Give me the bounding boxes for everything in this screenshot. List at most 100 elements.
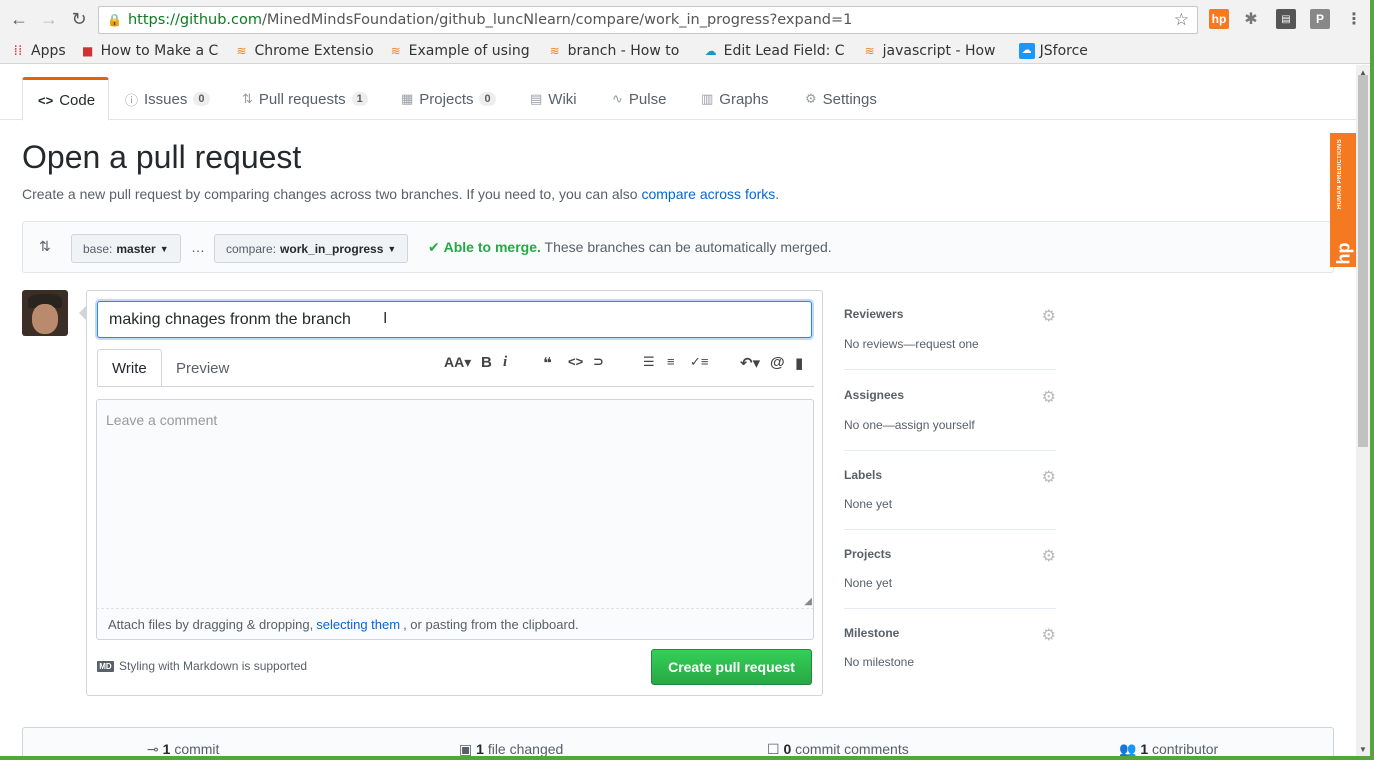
commits-stat[interactable]: ⊸ 1 commit [147, 741, 219, 756]
tab-graphs[interactable]: ▥ Graphs [686, 77, 784, 121]
pr-title-input[interactable]: making chnages fronm the branch I [97, 301, 812, 338]
browser-window: ← → ↻ 🔒 https://github.com/MinedMindsFou… [0, 0, 1374, 760]
scrollbar-thumb[interactable] [1358, 75, 1368, 447]
reply-icon[interactable]: ↶▾ [740, 354, 760, 372]
task-list-icon[interactable]: ✓≡ [690, 354, 708, 370]
hp-extension-icon[interactable]: hp [1209, 9, 1229, 29]
bookmark-icon[interactable]: ▮ [795, 354, 803, 372]
gear-icon[interactable]: ⚙ [1042, 467, 1056, 487]
gear-icon[interactable]: ⚙ [1042, 625, 1056, 645]
markdown-note-text: Styling with Markdown is supported [119, 659, 308, 673]
pull-request-icon: ⇅ [242, 91, 253, 106]
compare-branch-select[interactable]: compare: work_in_progress ▼ [214, 234, 409, 263]
sidebar-value: No milestone [844, 655, 915, 669]
code-icon[interactable]: <> [568, 354, 583, 369]
page-scrollbar[interactable]: ▲ ▼ [1356, 65, 1370, 756]
files-changed-stat[interactable]: ▣ 1 file changed [459, 741, 563, 756]
commits-count: 1 [162, 741, 171, 756]
tab-settings[interactable]: ⚙ Settings [790, 77, 892, 121]
code-icon: <> [38, 92, 54, 108]
bookmark-jsforce[interactable]: ☁ JSforce [1018, 42, 1088, 59]
attach-text-end: , or pasting from the clipboard. [403, 616, 579, 632]
forward-arrow-icon[interactable]: → [36, 6, 62, 32]
tab-wiki[interactable]: ▤ Wiki [515, 77, 592, 121]
markdown-note[interactable]: MD Styling with Markdown is supported [97, 659, 307, 673]
resize-grip-icon[interactable]: ◢ [804, 596, 812, 607]
tab-preview[interactable]: Preview [162, 349, 243, 387]
bookmark-branch-how-to[interactable]: ≋ branch - How to [547, 43, 689, 59]
create-pull-request-button[interactable]: Create pull request [651, 649, 812, 685]
url-path: /MinedMindsFoundation/github_luncNlearn/… [262, 12, 853, 28]
issue-icon: ⓘ [125, 92, 139, 108]
bookmark-label: branch - How to [567, 42, 680, 59]
menu-kebab-icon[interactable]: ⋮ [1344, 9, 1364, 29]
bullet-list-icon[interactable]: ☰ [643, 354, 655, 370]
tab-issues[interactable]: ⓘ Issues 0 [110, 77, 225, 121]
salesforce-cloud-icon: ☁ [704, 43, 717, 58]
files-label: file changed [487, 741, 564, 756]
tab-write[interactable]: Write [97, 349, 162, 387]
text-size-icon[interactable]: AA▾ [444, 354, 471, 371]
page-subtitle: Create a new pull request by comparing c… [22, 186, 779, 202]
sidebar-assignees: Assignees ⚙ No one—assign yourself [844, 371, 1056, 451]
merge-status-text: These branches can be automatically merg… [544, 239, 832, 255]
apps-grid-icon: ⁞⁞ [13, 42, 23, 59]
tab-pulse[interactable]: ∿ Pulse [597, 77, 681, 121]
bookmark-chrome-extension[interactable]: ≋ Chrome Extensio [234, 43, 374, 59]
bookmark-star-icon[interactable]: ☆ [1174, 10, 1189, 30]
quote-icon[interactable]: ❝ [543, 354, 552, 372]
book-icon: ▤ [530, 91, 543, 106]
gear-icon: ⚙ [805, 91, 817, 106]
compare-across-forks-link[interactable]: compare across forks [641, 186, 775, 202]
tab-label: Settings [822, 90, 877, 108]
base-branch-select[interactable]: base: master ▼ [71, 234, 181, 263]
file-attach-bar[interactable]: Attach files by dragging & dropping, sel… [96, 609, 814, 640]
comments-label: commit comments [795, 741, 909, 756]
p-extension-icon[interactable]: P [1310, 9, 1330, 29]
back-arrow-icon[interactable]: ← [6, 6, 32, 32]
bold-icon[interactable]: B [481, 354, 492, 371]
human-predictions-widget[interactable]: HUMAN PREDICTIONS hp [1330, 133, 1356, 267]
tab-code[interactable]: <> Code [22, 77, 109, 121]
gear-icon[interactable]: ⚙ [1042, 306, 1056, 326]
hp-logo: hp [1333, 242, 1354, 265]
sidebar-reviewers: Reviewers ⚙ No reviews—request one [844, 290, 1056, 370]
commits-label: commit [174, 741, 220, 756]
scroll-down-icon[interactable]: ▼ [1359, 745, 1367, 754]
bookmark-label: Example of using [408, 42, 530, 59]
base-branch-value: master [116, 241, 156, 256]
avatar[interactable] [22, 290, 68, 336]
gear-icon[interactable]: ⚙ [1042, 546, 1056, 566]
reload-icon[interactable]: ↻ [66, 6, 92, 32]
people-icon: 👥 [1119, 741, 1141, 756]
comment-textarea[interactable]: Leave a comment ◢ [96, 399, 814, 609]
sidebar-title: Assignees [844, 388, 905, 402]
bookmark-example-of-using[interactable]: ≋ Example of using [388, 43, 533, 59]
tab-pull-requests[interactable]: ⇅ Pull requests 1 [227, 77, 383, 121]
bookmark-javascript-how[interactable]: ≋ javascript - How [862, 43, 1005, 59]
bookmark-edit-lead-field[interactable]: ☁ Edit Lead Field: C [703, 43, 848, 59]
sidebar-title: Labels [844, 468, 883, 482]
subtitle-text: Create a new pull request by comparing c… [22, 186, 638, 202]
sidebar-value: No one—assign yourself [844, 418, 975, 432]
stackoverflow-icon: ≋ [864, 43, 875, 58]
bookmark-how-to-make[interactable]: ■ How to Make a C [80, 43, 220, 59]
commit-comments-stat[interactable]: ☐ 0 commit comments [767, 741, 909, 756]
hp-widget-text: HUMAN PREDICTIONS [1337, 139, 1343, 210]
selecting-them-link[interactable]: selecting them [316, 617, 400, 632]
link-icon[interactable]: ⊃ [593, 354, 604, 370]
sidebar-title: Projects [844, 547, 892, 561]
contributors-stat[interactable]: 👥 1 contributor [1119, 741, 1218, 756]
tab-projects[interactable]: ▦ Projects 0 [386, 77, 511, 121]
puzzle-extension-icon[interactable]: ✱ [1241, 9, 1261, 29]
tab-label: Projects [419, 90, 474, 108]
jsforce-icon: ☁ [1018, 42, 1035, 59]
address-bar[interactable]: 🔒 https://github.com/MinedMindsFoundatio… [98, 6, 1198, 34]
italic-icon[interactable]: i [503, 354, 507, 371]
calendar-extension-icon[interactable]: ▤ [1276, 9, 1296, 29]
bookmark-apps[interactable]: ⁞⁞ Apps [10, 43, 66, 59]
gear-icon[interactable]: ⚙ [1042, 387, 1056, 407]
mention-icon[interactable]: @ [770, 354, 785, 371]
base-label: base: [83, 241, 113, 256]
numbered-list-icon[interactable]: ≡ [667, 354, 675, 369]
